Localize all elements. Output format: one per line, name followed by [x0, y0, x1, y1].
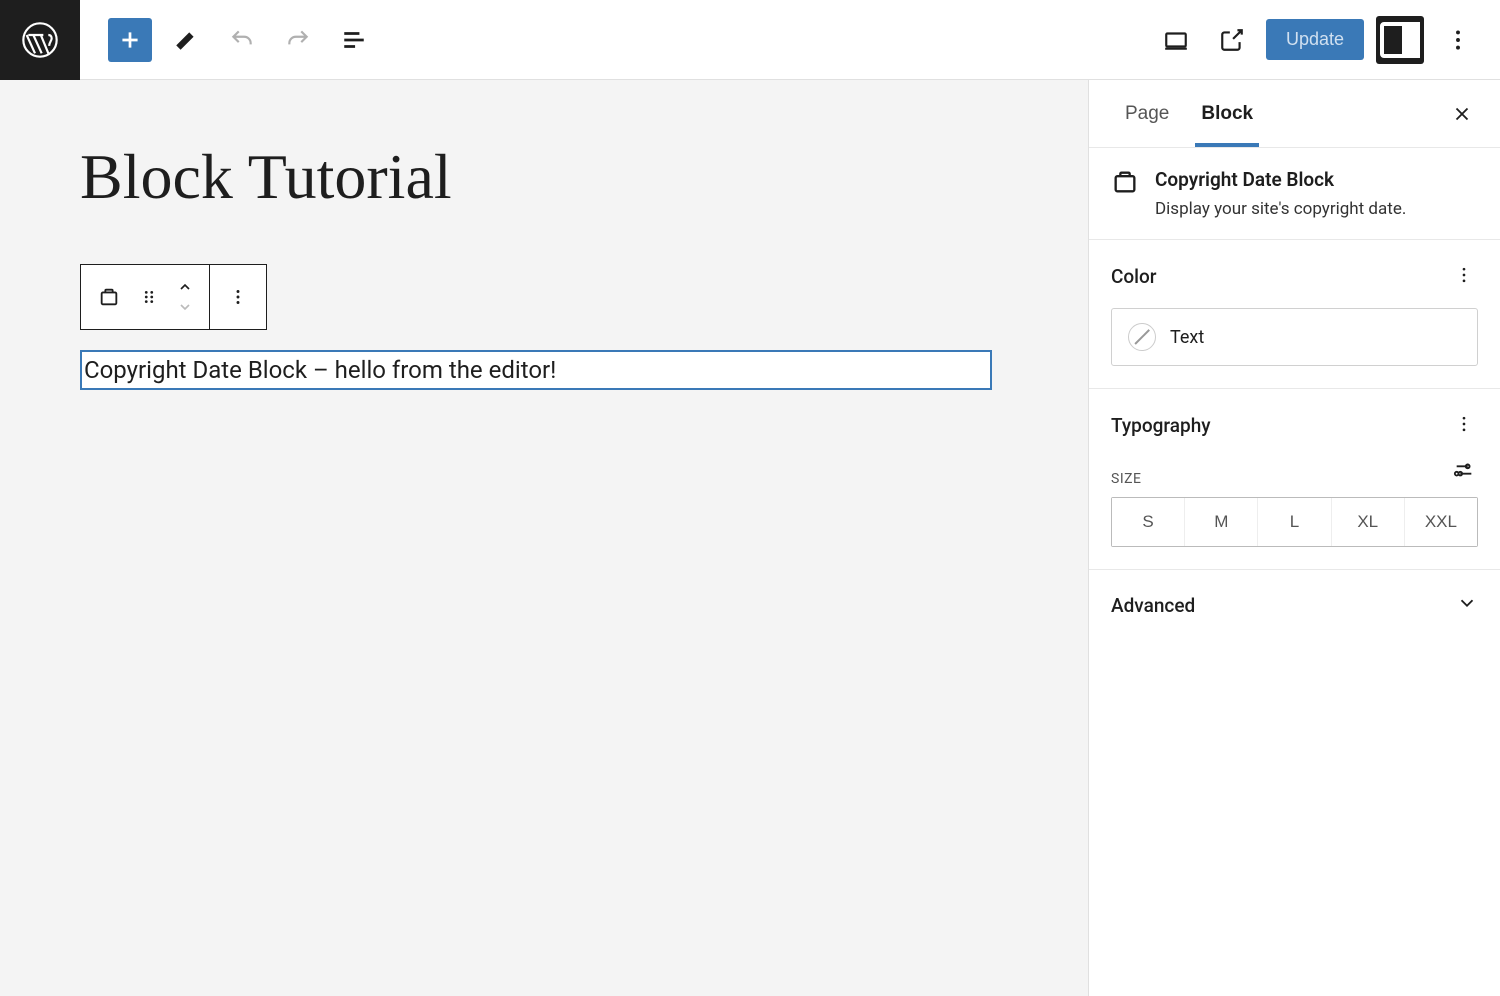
color-panel: Color Text	[1089, 240, 1500, 389]
block-header: Copyright Date Block Display your site's…	[1089, 148, 1500, 240]
editor-canvas[interactable]: Block Tutorial Copyright Date	[0, 80, 1088, 996]
advanced-panel-toggle[interactable]: Advanced	[1089, 570, 1500, 640]
block-options-button[interactable]	[218, 275, 258, 319]
typography-panel-title: Typography	[1111, 414, 1211, 437]
options-menu-button[interactable]	[1436, 18, 1480, 62]
advanced-label: Advanced	[1111, 594, 1195, 617]
block-header-icon	[1111, 168, 1139, 219]
typography-panel: Typography SIZE S M L XL XXL	[1089, 389, 1500, 570]
undo-button[interactable]	[220, 18, 264, 62]
document-overview-button[interactable]	[332, 18, 376, 62]
size-s[interactable]: S	[1112, 498, 1184, 546]
color-panel-title: Color	[1111, 265, 1157, 288]
chevron-down-icon	[1456, 592, 1478, 618]
block-title: Copyright Date Block	[1155, 168, 1406, 191]
move-down-button[interactable]	[169, 297, 201, 317]
move-up-button[interactable]	[169, 277, 201, 297]
block-type-icon[interactable]	[89, 275, 129, 319]
selected-block[interactable]: Copyright Date Block – hello from the ed…	[80, 350, 992, 390]
text-color-control[interactable]: Text	[1111, 308, 1478, 366]
drag-handle-icon[interactable]	[129, 275, 169, 319]
sidebar-tabs: Page Block	[1089, 80, 1500, 148]
typography-panel-menu[interactable]	[1450, 411, 1478, 439]
font-size-picker: S M L XL XXL	[1111, 497, 1478, 547]
page-title[interactable]: Block Tutorial	[80, 140, 1008, 214]
tab-page[interactable]: Page	[1109, 83, 1185, 145]
block-mover	[169, 277, 201, 317]
custom-size-toggle[interactable]	[1450, 457, 1478, 485]
size-label: SIZE	[1111, 471, 1141, 487]
open-preview-button[interactable]	[1210, 18, 1254, 62]
block-description: Display your site's copyright date.	[1155, 199, 1406, 219]
redo-button[interactable]	[276, 18, 320, 62]
close-sidebar-button[interactable]	[1444, 96, 1480, 132]
text-color-label: Text	[1170, 327, 1204, 348]
size-m[interactable]: M	[1184, 498, 1257, 546]
block-toolbar	[80, 264, 267, 330]
size-l[interactable]: L	[1257, 498, 1330, 546]
color-panel-menu[interactable]	[1450, 262, 1478, 290]
color-swatch-none-icon	[1128, 323, 1156, 351]
add-block-button[interactable]	[108, 18, 152, 62]
update-button[interactable]: Update	[1266, 19, 1364, 60]
size-xxl[interactable]: XXL	[1404, 498, 1477, 546]
wordpress-logo[interactable]	[0, 0, 80, 80]
top-toolbar: Update	[0, 0, 1500, 80]
settings-sidebar: Page Block Copyright Date Block Display …	[1088, 80, 1500, 996]
view-button[interactable]	[1154, 18, 1198, 62]
size-xl[interactable]: XL	[1331, 498, 1404, 546]
tab-block[interactable]: Block	[1185, 83, 1269, 145]
settings-sidebar-toggle[interactable]	[1376, 16, 1424, 64]
edit-tool-button[interactable]	[164, 18, 208, 62]
